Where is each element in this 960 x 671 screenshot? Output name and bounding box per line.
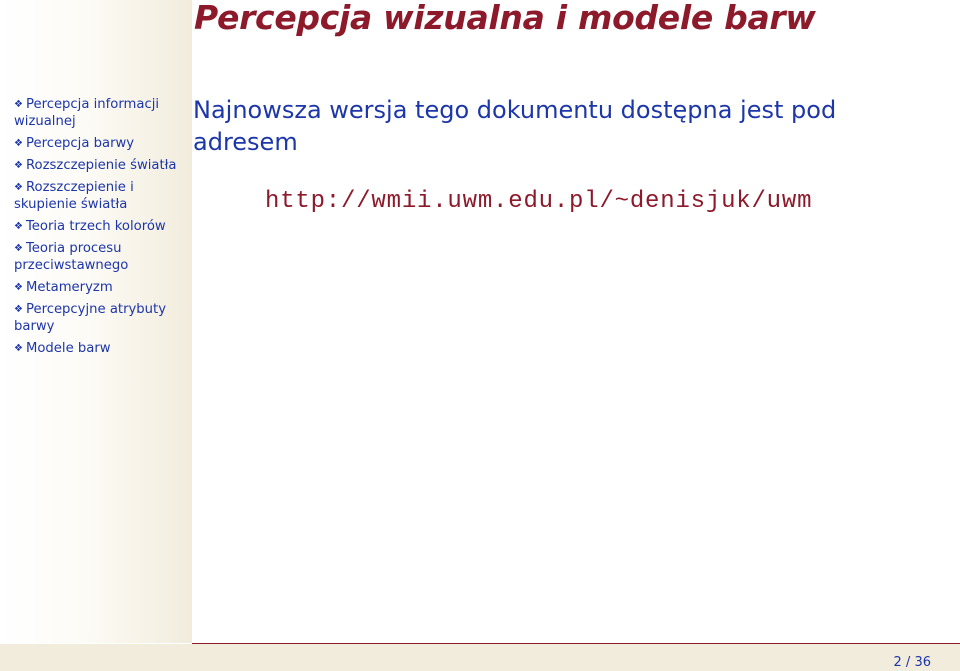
four-diamond-bullet-icon: ❖ (14, 99, 23, 110)
four-diamond-bullet-icon: ❖ (14, 282, 23, 293)
four-diamond-bullet-icon: ❖ (14, 160, 23, 171)
sidebar-item-label: Teoria procesu przeciwstawnego (14, 241, 129, 273)
sidebar-item-modele-barw[interactable]: ❖ Modele barw (14, 340, 184, 357)
sidebar-item-label: Teoria trzech kolorów (25, 219, 166, 234)
footer-bar: 2 / 36 (0, 644, 960, 671)
sidebar-item-label: Metameryzm (25, 280, 113, 295)
page-number: 2 / 36 (893, 655, 931, 670)
sidebar-item-label: Percepcja barwy (25, 136, 135, 151)
sidebar-item-percepcyjne-atrybuty[interactable]: ❖ Percepcyjne atrybuty barwy (14, 301, 184, 335)
sidebar-item-label: Rozszczepienie i skupienie światła (14, 180, 134, 212)
sidebar-item-percepcja-barwy[interactable]: ❖ Percepcja barwy (14, 135, 184, 152)
sidebar-item-label: Percepcyjne atrybuty barwy (14, 302, 166, 334)
sidebar-item-label: Rozszczepienie światła (25, 158, 177, 173)
sidebar-item-rozszczepienie-skupienie[interactable]: ❖ Rozszczepienie i skupienie światła (14, 179, 184, 213)
sidebar-item-teoria-trzech-kolorow[interactable]: ❖ Teoria trzech kolorów (14, 218, 184, 235)
slide-title: Percepcja wizualna i modele barw (194, 0, 816, 37)
sidebar-item-metameryzm[interactable]: ❖ Metameryzm (14, 279, 184, 296)
sidebar-item-percepcja-informacji[interactable]: ❖ Percepcja informacji wizualnej (14, 96, 184, 130)
sidebar-item-label: Modele barw (25, 341, 111, 356)
four-diamond-bullet-icon: ❖ (14, 221, 23, 232)
sidebar-nav: ❖ Percepcja informacji wizualnej ❖ Percepc… (14, 96, 184, 362)
four-diamond-bullet-icon: ❖ (14, 182, 23, 193)
sidebar-item-rozszczepienie[interactable]: ❖ Rozszczepienie światła (14, 157, 184, 174)
sidebar-item-teoria-procesu[interactable]: ❖ Teoria procesu przeciwstawnego (14, 240, 184, 274)
four-diamond-bullet-icon: ❖ (14, 138, 23, 149)
main-text: Najnowsza wersja tego dokumentu dostępna… (193, 96, 837, 156)
four-diamond-bullet-icon: ❖ (14, 304, 23, 315)
four-diamond-bullet-icon: ❖ (14, 343, 23, 354)
sidebar-item-label: Percepcja informacji wizualnej (14, 97, 160, 129)
document-url-link[interactable]: http://wmii.uwm.edu.pl/~denisjuk/uwm (265, 188, 812, 215)
four-diamond-bullet-icon: ❖ (14, 243, 23, 254)
